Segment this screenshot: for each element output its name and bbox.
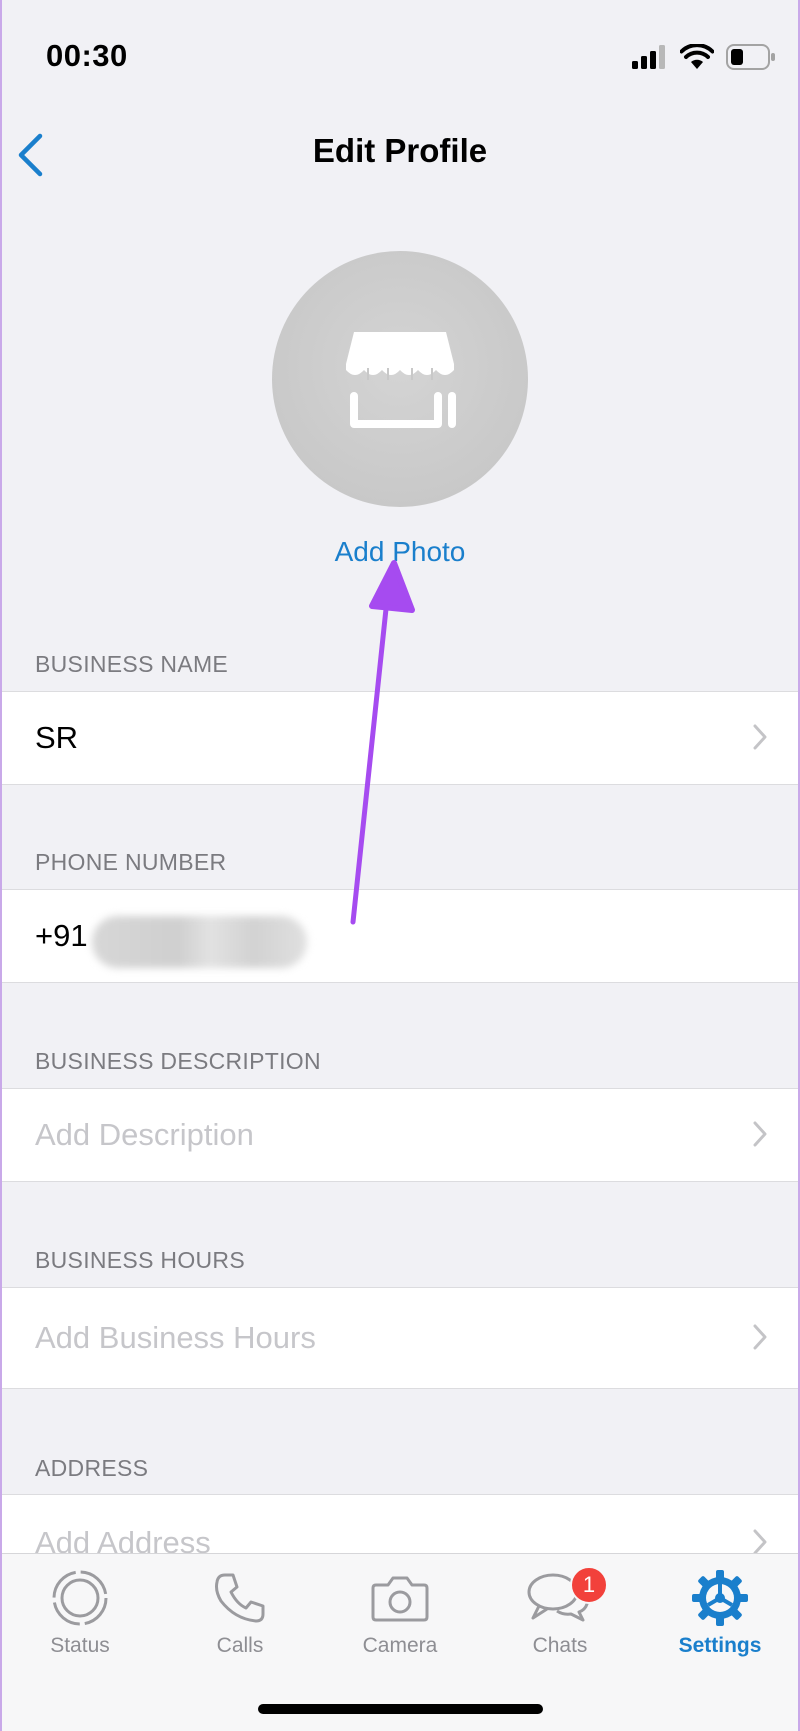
business-description-placeholder: Add Description <box>35 1117 254 1152</box>
page-title: Edit Profile <box>312 132 488 169</box>
business-name-row[interactable]: SR <box>0 691 800 785</box>
tab-status[interactable]: Status <box>10 1568 150 1668</box>
storefront-icon <box>346 332 456 428</box>
wifi-icon <box>680 44 714 69</box>
chevron-right-icon <box>753 1121 767 1147</box>
battery-icon <box>726 44 775 70</box>
status-icon <box>52 1570 108 1626</box>
tab-camera[interactable]: Camera <box>330 1568 470 1668</box>
tab-settings[interactable]: Settings <box>650 1568 790 1668</box>
cellular-signal-icon <box>632 45 665 69</box>
redacted-phone-number <box>92 916 307 968</box>
navigation-bar: Edit Profile <box>0 110 800 200</box>
business-name-value: SR <box>35 720 79 755</box>
home-indicator <box>258 1704 543 1714</box>
chevron-right-icon <box>753 724 767 750</box>
tab-status-label: Status <box>50 1634 110 1657</box>
phone-number-row: +91 <box>0 889 800 983</box>
address-header: ADDRESS <box>35 1455 149 1481</box>
status-icons <box>632 44 776 70</box>
tab-chats[interactable]: 1 Chats <box>490 1566 630 1668</box>
status-time: 00:30 <box>46 38 128 73</box>
tab-settings-label: Settings <box>678 1634 762 1657</box>
tab-camera-label: Camera <box>362 1634 438 1657</box>
status-bar: 00:30 <box>0 0 800 110</box>
business-description-row[interactable]: Add Description <box>0 1088 800 1182</box>
profile-avatar[interactable] <box>272 251 528 507</box>
gear-icon <box>692 1570 748 1626</box>
chats-unread-badge: 1 <box>570 1566 608 1604</box>
tab-calls-label: Calls <box>216 1634 264 1657</box>
phone-icon <box>215 1573 265 1623</box>
tab-calls[interactable]: Calls <box>170 1568 310 1668</box>
business-description-header: BUSINESS DESCRIPTION <box>35 1048 321 1074</box>
tab-chats-label: Chats <box>532 1634 588 1657</box>
camera-icon <box>371 1576 429 1622</box>
business-hours-placeholder: Add Business Hours <box>35 1320 316 1355</box>
business-hours-header: BUSINESS HOURS <box>35 1247 245 1273</box>
business-hours-row[interactable]: Add Business Hours <box>0 1287 800 1389</box>
add-photo-link[interactable]: Add Photo <box>0 536 800 568</box>
tab-bar: Status Calls Camera 1 Chats Settings <box>0 1553 800 1731</box>
phone-number-header: PHONE NUMBER <box>35 849 227 875</box>
business-name-header: BUSINESS NAME <box>35 651 229 677</box>
chevron-right-icon <box>753 1529 767 1555</box>
phone-number-prefix: +91 <box>35 918 88 953</box>
chevron-right-icon <box>753 1324 767 1350</box>
